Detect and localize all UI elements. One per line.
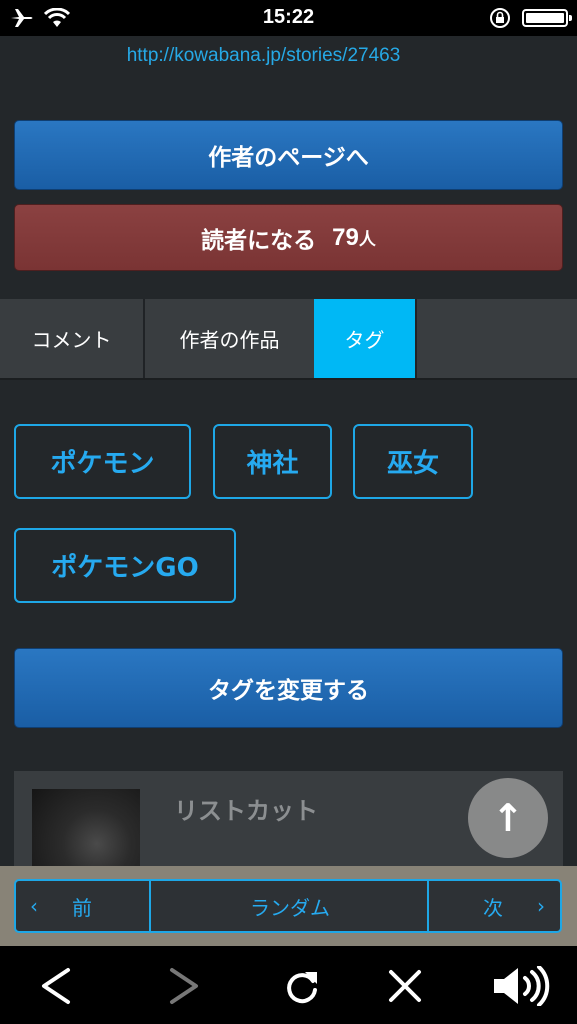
next-label: 次	[483, 895, 503, 920]
next-story-button[interactable]: 次 ›	[427, 881, 560, 931]
reload-icon[interactable]	[282, 966, 322, 1010]
close-icon[interactable]	[387, 966, 423, 1010]
status-bar: 15:22	[0, 0, 577, 36]
speaker-icon[interactable]	[492, 965, 552, 1010]
browser-toolbar	[0, 946, 577, 1024]
follower-count-unit: 人	[358, 230, 376, 250]
follow-author-button[interactable]: 読者になる 79 人	[14, 204, 563, 271]
tab-bar: コメント 作者の作品 タグ	[0, 299, 577, 380]
pager-bar: ‹ 前 ランダム 次 ›	[0, 866, 577, 946]
page-content: http://kowabana.jp/stories/27463 作者のページへ…	[0, 36, 577, 866]
chevron-right-icon: ›	[537, 894, 545, 918]
tab-author-works[interactable]: 作者の作品	[147, 299, 312, 378]
rotation-lock-icon	[489, 7, 511, 33]
scroll-to-top-button[interactable]: ↑	[468, 778, 548, 858]
forward-icon[interactable]	[166, 966, 202, 1010]
random-story-button[interactable]: ランダム	[153, 881, 427, 931]
follower-count: 79	[332, 223, 359, 251]
previous-label: 前	[72, 895, 92, 920]
arrow-up-icon: ↑	[492, 796, 524, 840]
follow-button-label: 読者になる	[201, 227, 317, 254]
page-url[interactable]: http://kowabana.jp/stories/27463	[0, 45, 527, 67]
back-icon[interactable]	[38, 966, 74, 1010]
tag-chip[interactable]: 巫女	[353, 424, 473, 499]
author-page-button-label: 作者のページへ	[208, 145, 369, 171]
story-title: リストカット	[174, 797, 318, 825]
tag-chip[interactable]: ポケモン	[14, 424, 191, 499]
chevron-left-icon: ‹	[30, 894, 38, 918]
story-pager: ‹ 前 ランダム 次 ›	[14, 879, 562, 933]
story-thumbnail	[32, 789, 140, 866]
previous-story-button[interactable]: ‹ 前	[16, 881, 151, 931]
tab-comments[interactable]: コメント	[0, 299, 145, 378]
battery-icon	[522, 9, 572, 27]
change-tags-button-label: タグを変更する	[208, 678, 369, 704]
author-page-button[interactable]: 作者のページへ	[14, 120, 563, 190]
tab-tags[interactable]: タグ	[314, 299, 415, 378]
tag-chip[interactable]: ポケモンGO	[14, 528, 236, 603]
tag-chip[interactable]: 神社	[213, 424, 332, 499]
tab-bar-filler	[415, 299, 577, 378]
change-tags-button[interactable]: タグを変更する	[14, 648, 563, 728]
